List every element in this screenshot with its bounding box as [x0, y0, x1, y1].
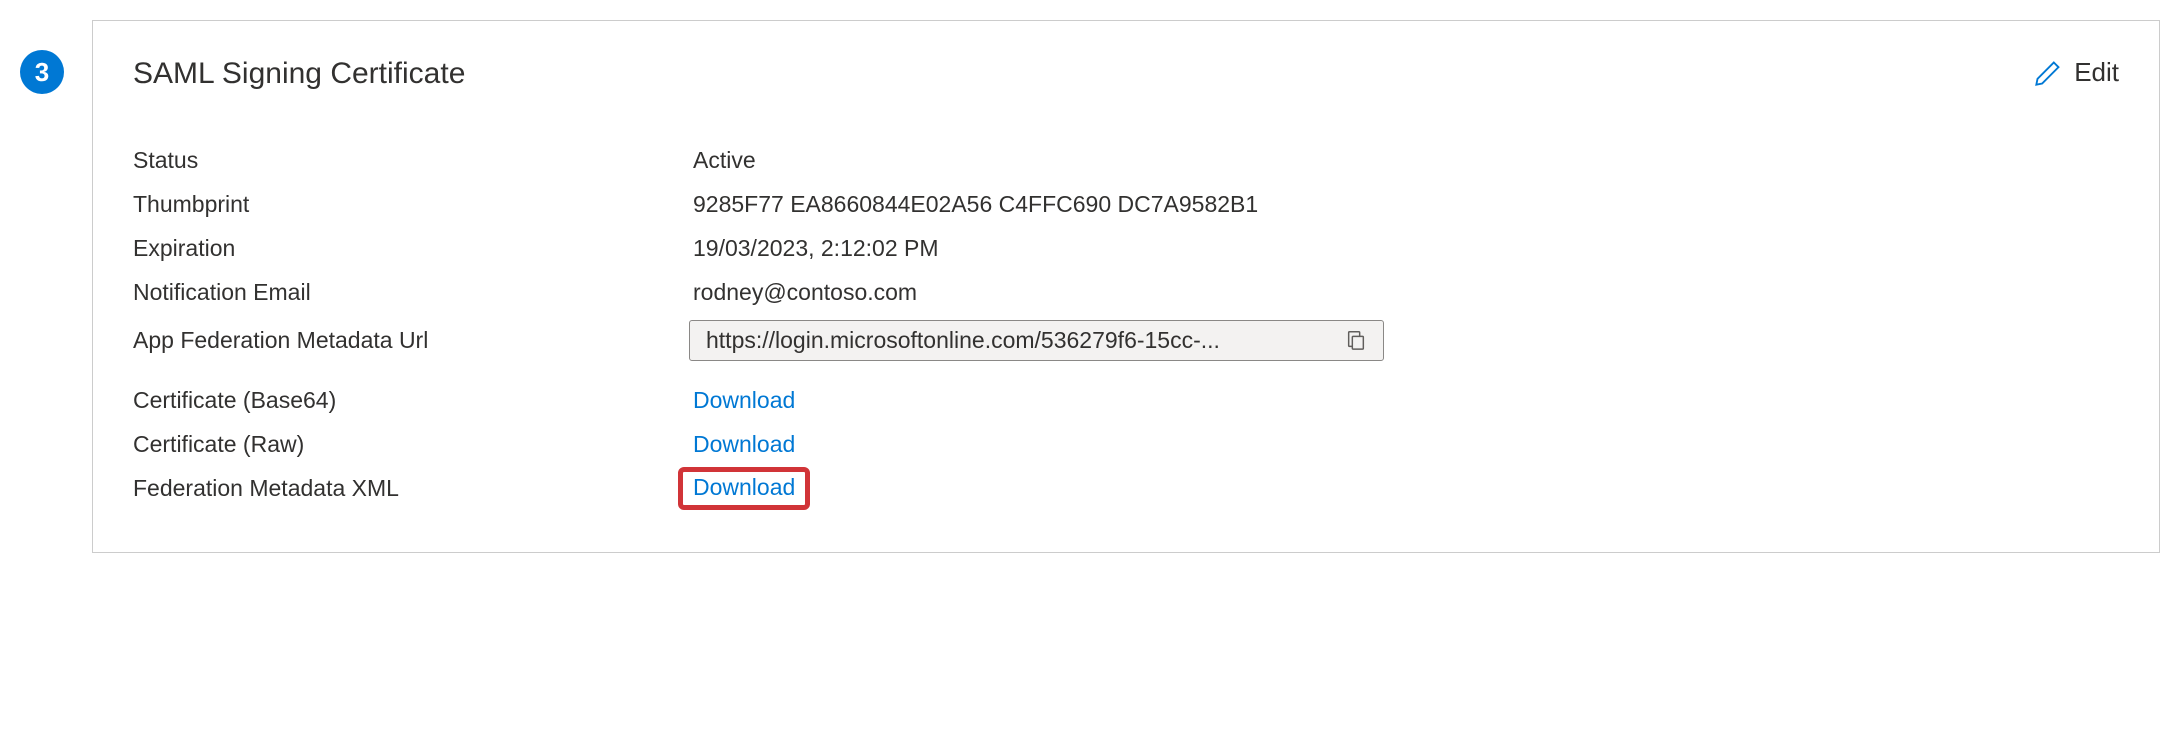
row-fed-metadata-xml: Federation Metadata XML Download: [133, 467, 2119, 510]
label-status: Status: [133, 147, 693, 174]
download-highlight: Download: [678, 467, 810, 510]
label-notification-email: Notification Email: [133, 279, 693, 306]
value-status: Active: [693, 147, 756, 174]
row-status: Status Active: [133, 139, 2119, 181]
metadata-url-text: https://login.microsoftonline.com/536279…: [706, 327, 1333, 354]
download-cert-base64[interactable]: Download: [693, 387, 795, 414]
row-thumbprint: Thumbprint 9285F77 EA8660844E02A56 C4FFC…: [133, 183, 2119, 225]
label-thumbprint: Thumbprint: [133, 191, 693, 218]
value-notification-email: rodney@contoso.com: [693, 279, 917, 306]
edit-label: Edit: [2074, 57, 2119, 88]
saml-signing-certificate-card: SAML Signing Certificate Edit Status Act…: [92, 20, 2160, 553]
label-metadata-url: App Federation Metadata Url: [133, 327, 693, 354]
card-header: SAML Signing Certificate Edit: [133, 57, 2119, 91]
row-cert-raw: Certificate (Raw) Download: [133, 423, 2119, 465]
pencil-icon: [2034, 59, 2062, 87]
edit-button[interactable]: Edit: [2034, 57, 2119, 88]
label-expiration: Expiration: [133, 235, 693, 262]
value-expiration: 19/03/2023, 2:12:02 PM: [693, 235, 939, 262]
metadata-url-box[interactable]: https://login.microsoftonline.com/536279…: [689, 320, 1384, 361]
label-fed-metadata-xml: Federation Metadata XML: [133, 475, 693, 502]
step-number-badge: 3: [20, 50, 64, 94]
saml-step-container: 3 SAML Signing Certificate Edit Status A…: [20, 20, 2160, 553]
copy-icon[interactable]: [1345, 329, 1367, 351]
card-title: SAML Signing Certificate: [133, 57, 465, 91]
download-fed-metadata-xml[interactable]: Download: [693, 474, 795, 501]
label-cert-base64: Certificate (Base64): [133, 387, 693, 414]
label-cert-raw: Certificate (Raw): [133, 431, 693, 458]
download-cert-raw[interactable]: Download: [693, 431, 795, 458]
value-thumbprint: 9285F77 EA8660844E02A56 C4FFC690 DC7A958…: [693, 191, 1258, 218]
row-notification-email: Notification Email rodney@contoso.com: [133, 271, 2119, 313]
step-number: 3: [35, 57, 49, 88]
row-expiration: Expiration 19/03/2023, 2:12:02 PM: [133, 227, 2119, 269]
row-metadata-url: App Federation Metadata Url https://logi…: [133, 319, 2119, 361]
row-cert-base64: Certificate (Base64) Download: [133, 379, 2119, 421]
